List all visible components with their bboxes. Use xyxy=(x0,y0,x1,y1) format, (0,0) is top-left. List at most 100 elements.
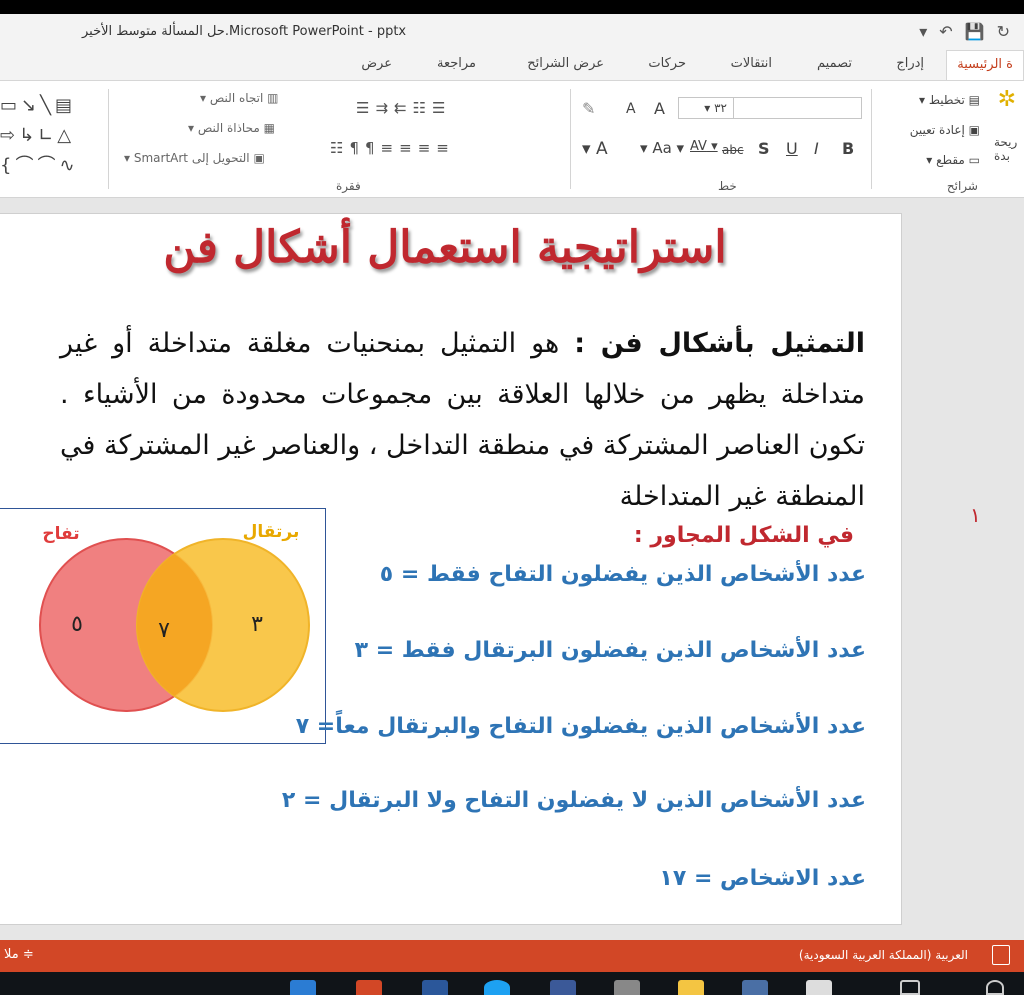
taskbar-app-icon-2[interactable] xyxy=(742,980,768,995)
notes-button[interactable]: ملا ≑ xyxy=(4,947,34,962)
align-right-icon: ≡ xyxy=(399,139,418,157)
tab-insert[interactable]: إدراج xyxy=(896,56,924,71)
fact-both[interactable]: عدد الأشخاص الذين يفضلون التفاح والبرتقا… xyxy=(296,714,866,739)
new-slide-button[interactable]: ريحة بدة xyxy=(994,135,1024,163)
venn-diagram[interactable]: تفاح برتقال ٥ ٧ ٣ xyxy=(0,508,326,744)
save-icon[interactable]: 💾 xyxy=(965,22,985,41)
side-number: ١ xyxy=(970,503,981,527)
skype-taskbar-icon[interactable] xyxy=(484,980,510,995)
align-text-label: محاذاة النص xyxy=(197,121,260,135)
customize-qat-icon[interactable]: ▾ xyxy=(919,22,927,41)
font-size-value: ٣٢ xyxy=(714,101,727,115)
arc-shape-icon: ⌒ xyxy=(37,155,60,176)
reset-label: إعادة تعيين xyxy=(909,123,965,137)
apple-only-count: ٥ xyxy=(71,612,83,637)
venn-svg: تفاح برتقال ٥ ٧ ٣ xyxy=(39,522,310,712)
undo-icon[interactable]: ↶ xyxy=(939,22,952,41)
smartart-icon: ▣ xyxy=(253,151,265,165)
tab-view[interactable]: عرض xyxy=(361,56,392,71)
list-buttons[interactable]: ☰⇉⇇☷☰ xyxy=(356,99,452,117)
alignment-buttons[interactable]: ☷¶¶≡≡≡≡ xyxy=(330,139,455,157)
change-case-label: Aa xyxy=(652,139,672,157)
screen-top-bar xyxy=(0,0,1024,14)
columns-icon: ☷ xyxy=(330,139,350,157)
section-icon: ▭ xyxy=(968,153,980,167)
powerpoint-taskbar-icon[interactable] xyxy=(356,980,382,995)
bullets-icon: ☰ xyxy=(432,99,452,117)
definition-term: التمثيل بأشكال فن : xyxy=(574,328,865,359)
search-icon[interactable] xyxy=(986,980,1004,995)
browser-taskbar-icon[interactable] xyxy=(806,980,832,995)
shrink-font-button[interactable]: A xyxy=(626,101,636,117)
new-slide-label: ريحة xyxy=(994,135,1018,149)
store-taskbar-icon[interactable] xyxy=(614,980,640,995)
new-slide-icon[interactable]: ✲ xyxy=(998,87,1016,112)
fact-apple-only[interactable]: عدد الأشخاص الذين يفضلون التفاح فقط = ٥ xyxy=(380,562,866,587)
line-shape-icon: ╲ xyxy=(40,95,55,116)
language-status[interactable]: العربية (المملكة العربية السعودية) xyxy=(799,948,968,962)
layout-icon: ▤ xyxy=(968,93,980,107)
character-spacing-label: AV xyxy=(690,139,707,154)
notes-label: ملا xyxy=(4,947,19,962)
notes-icon: ≑ xyxy=(22,947,34,962)
orange-only-count: ٣ xyxy=(251,612,263,637)
fact-neither[interactable]: عدد الأشخاص الذين لا يفضلون التفاح ولا ا… xyxy=(282,788,866,813)
reset-button[interactable]: ▣ إعادة تعيين xyxy=(910,123,980,137)
apple-label: تفاح xyxy=(42,524,79,544)
folder-taskbar-icon[interactable] xyxy=(678,980,704,995)
strikethrough-button[interactable]: abc xyxy=(722,143,744,157)
italic-button[interactable]: I xyxy=(814,139,819,158)
numbering-icon: ☷ xyxy=(412,99,433,117)
bold-button[interactable]: B xyxy=(842,139,854,158)
ltr-icon: ¶ xyxy=(365,139,381,157)
connector-shape-icon: ↳ xyxy=(19,125,39,146)
grow-font-button[interactable]: A xyxy=(654,99,665,118)
fact-orange-only[interactable]: عدد الأشخاص الذين يفضلون البرتقال فقط = … xyxy=(355,638,866,663)
smartart-button[interactable]: ▣ التحويل إلى SmartArt ▾ xyxy=(124,151,265,165)
smartart-label: التحويل إلى SmartArt xyxy=(133,151,250,165)
underline-button[interactable]: U xyxy=(786,139,798,158)
new-slide-label-2: بدة xyxy=(994,149,1010,163)
rectangle-shape-icon: ▭ xyxy=(0,95,22,116)
tab-home[interactable]: ة الرئيسية xyxy=(946,50,1024,80)
fact-total[interactable]: عدد الاشخاص = ١٧ xyxy=(659,866,866,891)
right-arrow-shape-icon: ⇨ xyxy=(0,125,20,146)
shapes-gallery[interactable]: ▭↘╲▤ ⇨↳∟△ {⌒⌒∿ xyxy=(0,91,100,181)
brace-shape-icon: { xyxy=(0,155,16,176)
align-text-button[interactable]: ▦ محاذاة النص ▾ xyxy=(188,121,275,135)
tab-animations[interactable]: حركات xyxy=(648,56,686,71)
line-spacing-icon: ☰ xyxy=(356,99,376,117)
slide-title[interactable]: استراتيجية استعمال أشكال فن xyxy=(120,222,770,273)
elbow-shape-icon: ∟ xyxy=(38,125,58,146)
facebook-taskbar-icon[interactable] xyxy=(550,980,576,995)
font-color-button[interactable]: ▾ A xyxy=(582,139,608,159)
task-view-icon[interactable] xyxy=(900,980,920,995)
quick-access-toolbar: ▾ ↶ 💾 ↻ xyxy=(919,22,1010,41)
character-spacing-button[interactable]: AV ▾ xyxy=(690,139,718,154)
section-button[interactable]: ▭ مقطع ▾ xyxy=(926,153,980,167)
tab-design[interactable]: تصميم xyxy=(817,56,852,71)
tab-review[interactable]: مراجعة xyxy=(437,56,476,71)
word-taskbar-icon[interactable] xyxy=(422,980,448,995)
font-size-box[interactable]: ٣٢ ▾ xyxy=(678,97,734,119)
taskbar-app-icon[interactable] xyxy=(290,980,316,995)
intro-text[interactable]: في الشكل المجاور : xyxy=(634,523,854,548)
shadow-button[interactable]: S xyxy=(758,139,770,158)
redo-icon[interactable]: ↻ xyxy=(997,22,1010,41)
textbox-shape-icon: ▤ xyxy=(54,95,76,116)
curve-shape-icon: ⌒ xyxy=(15,155,38,176)
language-icon[interactable] xyxy=(992,945,1010,965)
definition-paragraph[interactable]: التمثيل بأشكال فن : هو التمثيل بمنحنيات … xyxy=(60,318,865,522)
justify-icon: ≡ xyxy=(380,139,400,157)
text-direction-button[interactable]: ▥ اتجاه النص ▾ xyxy=(200,91,279,105)
tab-transitions[interactable]: انتقالات xyxy=(731,56,772,71)
orange-label: برتقال xyxy=(243,522,300,542)
clear-format-icon[interactable]: ✎ xyxy=(582,99,595,118)
tab-slide-show[interactable]: عرض الشرائح xyxy=(527,56,604,71)
font-color-label: A xyxy=(595,139,608,159)
font-group-label: خط xyxy=(718,179,737,193)
layout-button[interactable]: ▤ تخطيط ▾ xyxy=(919,93,980,107)
change-case-button[interactable]: ▾ Aa ▾ xyxy=(640,139,684,157)
center-icon: ≡ xyxy=(417,139,437,157)
text-direction-label: اتجاه النص xyxy=(209,91,264,105)
